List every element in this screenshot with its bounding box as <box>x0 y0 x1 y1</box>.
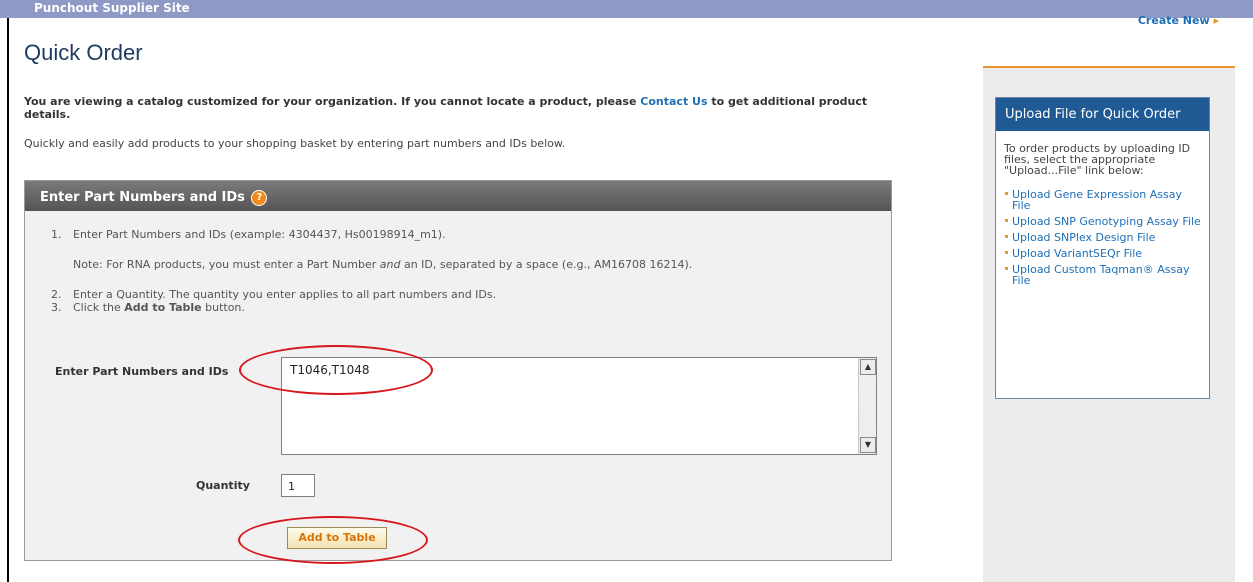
upload-gene-expression-link[interactable]: Upload Gene Expression Assay File <box>1004 189 1201 211</box>
part-numbers-label: Enter Part Numbers and IDs <box>55 365 229 378</box>
upload-links-list: Upload Gene Expression Assay File Upload… <box>996 176 1209 286</box>
part-entry-panel: Enter Part Numbers and IDs ? 1. Enter Par… <box>24 180 892 561</box>
create-new-link[interactable]: Create New ▸ <box>1138 14 1219 27</box>
step-text: Enter Part Numbers and IDs (example: 430… <box>73 228 446 241</box>
arrow-icon: ▸ <box>1213 14 1219 27</box>
panel-header: Enter Part Numbers and IDs ? <box>25 181 891 211</box>
upload-file-box: Upload File for Quick Order To order pro… <box>995 97 1210 399</box>
scroll-up-icon[interactable]: ▲ <box>860 359 876 375</box>
intro-text: You are viewing a catalog customized for… <box>24 95 904 121</box>
top-banner: Punchout Supplier Site <box>0 0 1253 18</box>
add-to-table-button[interactable]: Add to Table <box>287 527 387 549</box>
help-icon[interactable]: ? <box>251 190 268 206</box>
intro-text-before: You are viewing a catalog customized for… <box>24 95 641 108</box>
upload-box-header: Upload File for Quick Order <box>996 98 1209 131</box>
site-title: Punchout Supplier Site <box>34 1 190 15</box>
quantity-input[interactable]: 1 <box>281 474 315 497</box>
step-2: 2. Enter a Quantity. The quantity you ent… <box>51 288 496 301</box>
part-numbers-value: T1046,T1048 <box>290 363 370 377</box>
page-title: Quick Order <box>24 40 143 65</box>
step-number: 1. <box>51 228 62 241</box>
step-text-bold: Add to Table <box>124 301 202 314</box>
contact-us-link[interactable]: Contact Us <box>640 95 707 108</box>
scroll-down-icon[interactable]: ▼ <box>860 437 876 453</box>
upload-snplex-link[interactable]: Upload SNPlex Design File <box>1004 232 1201 243</box>
subintro-text: Quickly and easily add products to your … <box>24 137 566 150</box>
upload-snp-genotyping-link[interactable]: Upload SNP Genotyping Assay File <box>1004 216 1201 227</box>
textarea-scrollbar[interactable]: ▲ ▼ <box>858 358 876 454</box>
create-new-label: Create New <box>1137 14 1210 27</box>
step-number: 3. <box>51 301 62 314</box>
upload-variantseqr-link[interactable]: Upload VariantSEQr File <box>1004 248 1201 259</box>
sidebar-top: Create New ▸ <box>983 14 1235 68</box>
step-number: 2. <box>51 288 62 301</box>
upload-custom-taqman-link[interactable]: Upload Custom Taqman® Assay File <box>1004 264 1201 286</box>
upload-box-description: To order products by uploading ID files,… <box>1004 142 1191 177</box>
step-text-before: Note: For RNA products, you must enter a… <box>73 258 380 271</box>
left-border <box>7 18 9 582</box>
panel-title: Enter Part Numbers and IDs <box>40 190 245 205</box>
step-text-after: button. <box>201 301 245 314</box>
step-1: 1. Enter Part Numbers and IDs (example: 4… <box>51 228 446 241</box>
step-text: Enter a Quantity. The quantity you enter… <box>73 288 497 301</box>
step-3: 3. Click the Add to Table button. <box>51 301 245 314</box>
part-numbers-textarea[interactable]: T1046,T1048 ▲ ▼ <box>281 357 877 455</box>
quantity-label: Quantity <box>196 479 250 492</box>
right-sidebar: Create New ▸ Upload File for Quick Order… <box>983 14 1235 582</box>
step-text-emphasis: and <box>379 258 401 271</box>
step-text-before: Click the <box>73 301 125 314</box>
step-text-after: an ID, separated by a space (e.g., AM167… <box>400 258 693 271</box>
step-note: Note: For RNA products, you must enter a… <box>51 258 692 271</box>
